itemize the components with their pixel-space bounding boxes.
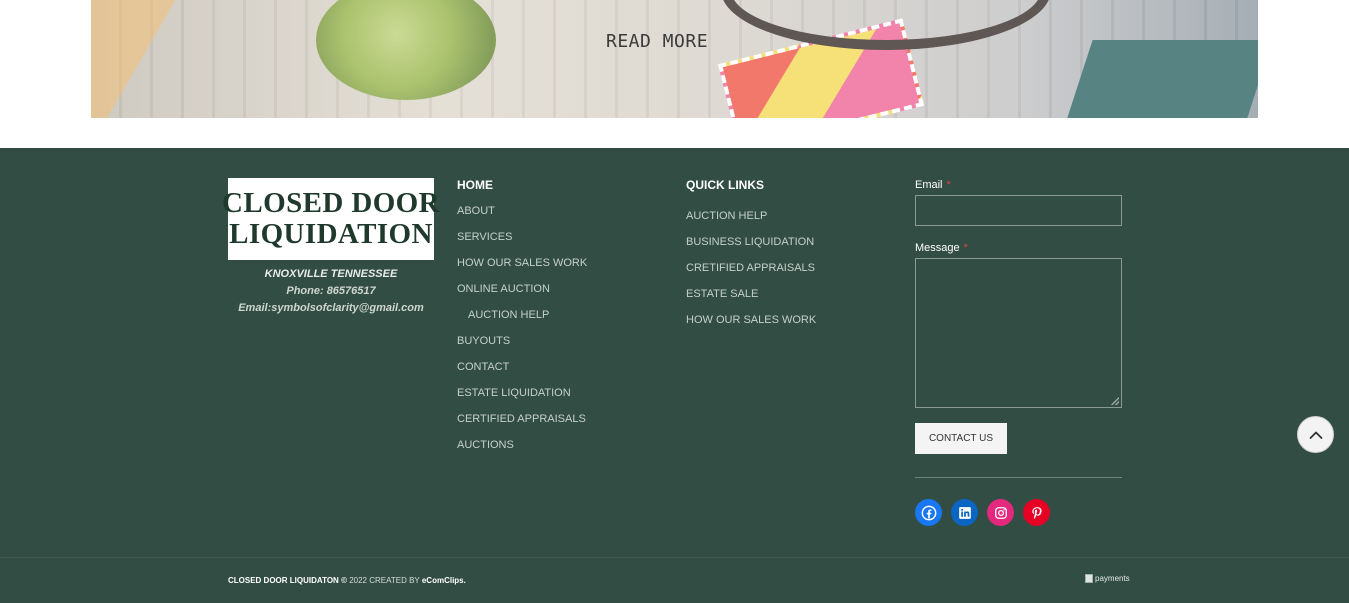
- quick-link-auction-help[interactable]: AUCTION HELP: [686, 209, 896, 235]
- quick-link-business-liquidation[interactable]: BUSINESS LIQUIDATION: [686, 235, 896, 261]
- logo-line-1: CLOSED DOOR: [222, 187, 440, 219]
- chevron-up-icon: [1309, 431, 1322, 439]
- nav-item-about[interactable]: ABOUT: [457, 204, 667, 230]
- contact-form: Email * Message * CONTACT US: [915, 178, 1122, 526]
- quick-link-certified-appraisals[interactable]: CRETIFIED APPRAISALS: [686, 261, 896, 287]
- nav-item-online-auction[interactable]: ONLINE AUCTION: [457, 282, 667, 308]
- site-logo[interactable]: CLOSED DOOR LIQUIDATION: [222, 178, 440, 260]
- resize-handle-icon[interactable]: [1111, 397, 1119, 405]
- footer-nav: HOME ABOUT SERVICES HOW OUR SALES WORK O…: [457, 178, 667, 464]
- image-overlay: [91, 0, 1258, 118]
- nav-item-buyouts[interactable]: BUYOUTS: [457, 334, 667, 360]
- hero-banner: READ MORE: [91, 0, 1258, 118]
- quick-links: QUICK LINKS AUCTION HELP BUSINESS LIQUID…: [686, 178, 896, 339]
- scroll-to-top-button[interactable]: [1297, 416, 1334, 453]
- form-divider: [915, 477, 1122, 478]
- pinterest-icon[interactable]: [1023, 499, 1050, 526]
- linkedin-icon[interactable]: [951, 499, 978, 526]
- nav-item-estate-liquidation[interactable]: ESTATE LIQUIDATION: [457, 386, 667, 412]
- nav-item-certified-appraisals[interactable]: CERTIFIED APPRAISALS: [457, 412, 667, 438]
- payments-alt-text: payments: [1095, 574, 1130, 583]
- email-text: Email:symbolsofclarity@gmail.com: [238, 302, 424, 314]
- contact-us-button[interactable]: CONTACT US: [915, 423, 1007, 454]
- logo-line-2: LIQUIDATION: [229, 218, 433, 250]
- footer-brand: CLOSED DOOR LIQUIDATION KNOXVILLE TENNES…: [222, 178, 440, 317]
- email-field[interactable]: [915, 195, 1122, 226]
- required-mark: *: [946, 179, 951, 191]
- nav-item-contact[interactable]: CONTACT: [457, 360, 667, 386]
- creator-link[interactable]: eComClips.: [422, 576, 466, 585]
- instagram-icon[interactable]: [987, 499, 1014, 526]
- broken-image-icon: [1085, 574, 1093, 583]
- read-more-link[interactable]: READ MORE: [606, 31, 708, 52]
- email-label: Email *: [915, 179, 951, 191]
- nav-item-services[interactable]: SERVICES: [457, 230, 667, 256]
- copyright-text: CLOSED DOOR LIQUIDATON © 2022 CREATED BY…: [228, 576, 466, 585]
- city-text: KNOXVILLE TENNESSEE: [264, 268, 398, 280]
- copyright-year: 2022 CREATED BY: [349, 576, 420, 585]
- footer-bottom-bar: CLOSED DOOR LIQUIDATON © 2022 CREATED BY…: [0, 557, 1349, 603]
- social-links: [915, 499, 1122, 526]
- quick-links-heading: QUICK LINKS: [686, 178, 764, 192]
- quick-link-how-our-sales-work[interactable]: HOW OUR SALES WORK: [686, 313, 896, 339]
- required-mark: *: [963, 242, 968, 254]
- nav-item-auctions[interactable]: AUCTIONS: [457, 438, 667, 464]
- facebook-icon[interactable]: [915, 499, 942, 526]
- copyright-brand: CLOSED DOOR LIQUIDATON: [228, 576, 339, 585]
- contact-info: KNOXVILLE TENNESSEE Phone: 86576517 Emai…: [228, 266, 434, 317]
- nav-item-how-our-sales-work[interactable]: HOW OUR SALES WORK: [457, 256, 667, 282]
- copyright-symbol: ©: [341, 576, 347, 585]
- phone-text: Phone: 86576517: [286, 285, 376, 297]
- payments-image: payments: [1085, 574, 1130, 583]
- message-label: Message *: [915, 242, 968, 254]
- nav-home-link[interactable]: HOME: [457, 178, 667, 192]
- quick-link-estate-sale[interactable]: ESTATE SALE: [686, 287, 896, 313]
- nav-item-auction-help[interactable]: AUCTION HELP: [457, 308, 667, 334]
- site-footer: CLOSED DOOR LIQUIDATION KNOXVILLE TENNES…: [0, 148, 1349, 603]
- message-field[interactable]: [915, 258, 1122, 408]
